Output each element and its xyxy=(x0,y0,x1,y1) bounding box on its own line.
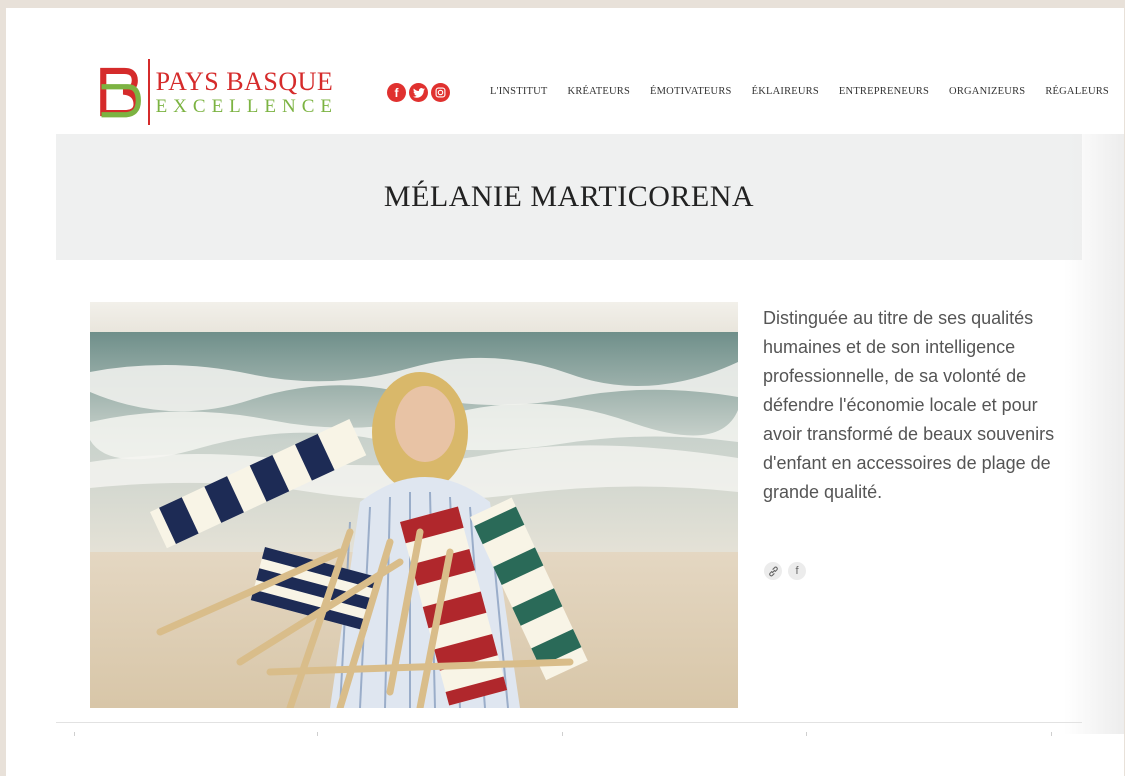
site-logo[interactable]: PAYS BASQUE EXCELLENCE xyxy=(98,58,338,126)
nav-item-kreateurs[interactable]: KRÉATEURS xyxy=(568,86,630,97)
nav-item-eklaireurs[interactable]: ÉKLAIREURS xyxy=(752,86,819,97)
footer-divider xyxy=(56,722,1082,723)
logo-line1: PAYS BASQUE xyxy=(155,66,334,96)
beach-photo-illustration xyxy=(90,302,738,708)
nav-item-regaleurs[interactable]: RÉGALEURS xyxy=(1045,86,1109,97)
bio-text: Distinguée au titre de ses qualités huma… xyxy=(763,308,1055,502)
title-band: MÉLANIE MARTICORENA xyxy=(56,134,1082,260)
twitter-icon[interactable] xyxy=(409,83,428,102)
logo-divider xyxy=(147,59,150,125)
footer-tick xyxy=(562,732,563,736)
facebook-icon[interactable]: f xyxy=(387,83,406,102)
pb-monogram-icon xyxy=(100,67,141,118)
nav-item-organizeurs[interactable]: ORGANIZEURS xyxy=(949,86,1025,97)
profile-photo xyxy=(90,302,738,708)
logo-text: PAYS BASQUE EXCELLENCE xyxy=(155,66,338,117)
main-nav: L'INSTITUT KRÉATEURS ÉMOTIVATEURS ÉKLAIR… xyxy=(490,86,1109,97)
footer-tick xyxy=(806,732,807,736)
instagram-icon[interactable] xyxy=(431,83,450,102)
footer-tick xyxy=(1051,732,1052,736)
nav-item-entrepreneurs[interactable]: ENTREPRENEURS xyxy=(839,86,929,97)
link-icon[interactable] xyxy=(764,562,782,580)
page-edge-shadow xyxy=(1064,134,1124,734)
nav-item-institut[interactable]: L'INSTITUT xyxy=(490,86,548,97)
site-header: PAYS BASQUE EXCELLENCE f L'INSTITUT KRÉA… xyxy=(6,8,1124,134)
facebook-share-icon[interactable]: f xyxy=(788,562,806,580)
nav-item-emotivateurs[interactable]: ÉMOTIVATEURS xyxy=(650,86,732,97)
page: PAYS BASQUE EXCELLENCE f L'INSTITUT KRÉA… xyxy=(6,8,1124,776)
logo-line2: EXCELLENCE xyxy=(155,95,338,117)
page-title: MÉLANIE MARTICORENA xyxy=(383,180,755,213)
social-links: f xyxy=(387,83,450,102)
footer-tick xyxy=(74,732,75,736)
footer-tick xyxy=(317,732,318,736)
share-links: f xyxy=(764,562,806,580)
